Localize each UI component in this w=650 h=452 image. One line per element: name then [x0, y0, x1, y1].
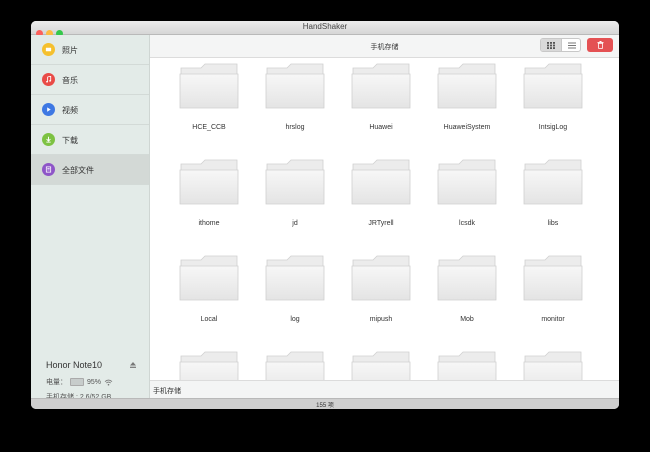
folder-item[interactable]: HCE_CCB: [174, 62, 244, 152]
list-icon: [568, 42, 576, 48]
grid-view-button[interactable]: [541, 39, 561, 51]
battery-icon: [70, 378, 84, 386]
folder-label: monitor: [541, 316, 565, 323]
delete-button[interactable]: [587, 38, 613, 52]
device-name: Honor Note10: [46, 360, 103, 370]
battery-value: 95%: [87, 378, 102, 386]
sidebar-item-label: 视频: [62, 106, 78, 115]
folder-label: JRTyrell: [368, 220, 394, 227]
video-icon: [42, 103, 55, 116]
folder-label: Huawei: [369, 124, 393, 131]
title-bar: HandShaker: [31, 21, 619, 37]
view-mode-toggle: [540, 38, 581, 52]
folder-label: HCE_CCB: [192, 124, 226, 131]
folder-item[interactable]: HuaweiSystem: [432, 62, 502, 152]
folder-label: Local: [200, 316, 218, 323]
folder-item[interactable]: Huawei: [346, 62, 416, 152]
sidebar-item-music[interactable]: 音乐: [31, 65, 149, 95]
wifi-icon: [104, 379, 113, 385]
folder-label: Mob: [460, 316, 474, 323]
files-icon: [42, 163, 55, 176]
folder-label: hrslog: [285, 124, 305, 131]
eject-icon[interactable]: [129, 361, 137, 369]
sidebar-item-video[interactable]: 视频: [31, 95, 149, 125]
status-bar: 155 项: [31, 398, 619, 409]
folder-item[interactable]: Local: [174, 254, 244, 344]
folder-item[interactable]: [432, 350, 502, 380]
app-window: HandShaker 照片 音乐 视频 下载 全部文件 Honor Note10…: [31, 21, 619, 409]
music-icon: [42, 73, 55, 86]
folder-item[interactable]: IntsigLog: [518, 62, 588, 152]
sidebar-item-all-files[interactable]: 全部文件: [31, 155, 149, 185]
folder-item[interactable]: ithome: [174, 158, 244, 248]
folder-item[interactable]: [174, 350, 244, 380]
sidebar-item-label: 音乐: [62, 76, 78, 85]
path-bar-location[interactable]: 手机存储: [153, 386, 181, 396]
sidebar-item-photos[interactable]: 照片: [31, 35, 149, 65]
folder-label: HuaweiSystem: [443, 124, 491, 131]
download-icon: [42, 133, 55, 146]
folder-item[interactable]: jd: [260, 158, 330, 248]
folder-label: libs: [547, 220, 559, 227]
folder-item[interactable]: Mob: [432, 254, 502, 344]
folder-item[interactable]: [346, 350, 416, 380]
folder-item[interactable]: [260, 350, 330, 380]
folder-item[interactable]: hrslog: [260, 62, 330, 152]
battery-status: 电量： 95%: [46, 377, 113, 387]
folder-label: mipush: [369, 316, 393, 323]
grid-icon: [547, 41, 555, 49]
folder-item[interactable]: mipush: [346, 254, 416, 344]
folder-item[interactable]: [518, 350, 588, 380]
battery-label: 电量：: [46, 379, 67, 386]
file-grid: HCE_CCB hrslog Huawei HuaweiSystem IntsigLog…: [150, 58, 619, 380]
path-bar: 手机存储: [150, 380, 619, 399]
folder-label: jd: [292, 220, 298, 227]
folder-label: IntsigLog: [538, 124, 568, 131]
item-count: 155 项: [316, 403, 334, 409]
sidebar-item-label: 下载: [62, 136, 78, 145]
folder-label: ithome: [198, 220, 220, 227]
trash-icon: [597, 41, 603, 49]
folder-label: log: [290, 316, 300, 323]
toolbar: 手机存储: [150, 35, 619, 58]
folder-label: lcsdk: [459, 220, 475, 227]
sidebar-item-label: 全部文件: [62, 166, 94, 175]
folder-item[interactable]: monitor: [518, 254, 588, 344]
folder-item[interactable]: JRTyrell: [346, 158, 416, 248]
window-title: HandShaker: [302, 22, 348, 31]
folder-item[interactable]: log: [260, 254, 330, 344]
sidebar-item-label: 照片: [62, 46, 78, 55]
photo-icon: [42, 43, 55, 56]
sidebar: 照片 音乐 视频 下载 全部文件 Honor Note10 电量： 95%: [31, 35, 150, 401]
folder-item[interactable]: lcsdk: [432, 158, 502, 248]
sidebar-item-download[interactable]: 下载: [31, 125, 149, 155]
list-view-button[interactable]: [561, 39, 580, 51]
folder-item[interactable]: libs: [518, 158, 588, 248]
